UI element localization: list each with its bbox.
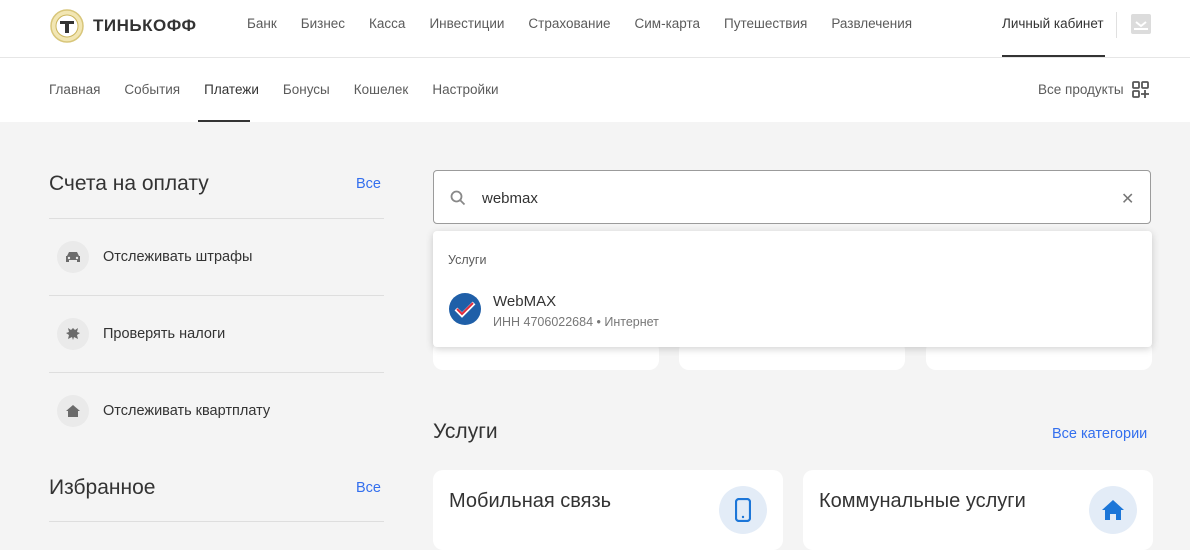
grid-plus-icon[interactable] <box>1131 80 1151 100</box>
top-nav-item-insurance[interactable]: Страхование <box>528 16 610 31</box>
top-nav-item-entertainment[interactable]: Развлечения <box>831 16 912 31</box>
service-card-title: Коммунальные услуги <box>819 490 1026 512</box>
car-icon <box>57 241 89 273</box>
active-tab-underline <box>198 120 250 122</box>
service-card-utilities[interactable]: Коммунальные услуги <box>803 470 1153 550</box>
user-menu-icon[interactable] <box>1131 14 1151 34</box>
tab-wallet[interactable]: Кошелек <box>354 82 409 97</box>
search-dropdown: Услуги WebMAX ИНН 4706022684 • Интернет <box>433 231 1152 347</box>
top-nav-item-bank[interactable]: Банк <box>247 16 277 31</box>
list-item-label: Отслеживать штрафы <box>103 249 253 265</box>
search-box[interactable]: ✕ <box>433 170 1151 224</box>
service-card-title: Мобильная связь <box>449 490 612 512</box>
emblem-icon <box>57 318 89 350</box>
top-nav-item-sim[interactable]: Сим-карта <box>635 16 701 31</box>
tab-settings[interactable]: Настройки <box>432 82 498 97</box>
tab-bonuses[interactable]: Бонусы <box>283 82 330 97</box>
top-nav-item-travel[interactable]: Путешествия <box>724 16 807 31</box>
all-categories-link[interactable]: Все категории <box>1052 426 1147 442</box>
home-icon <box>1089 486 1137 534</box>
logo[interactable]: ТИНЬКОФФ <box>49 8 197 44</box>
divider <box>1116 12 1117 38</box>
dropdown-section-title: Услуги <box>448 253 487 267</box>
webmax-logo-icon[interactable] <box>449 293 481 325</box>
top-nav-item-investments[interactable]: Инвестиции <box>429 16 504 31</box>
search-result-name[interactable]: WebMAX <box>493 293 556 310</box>
tab-main[interactable]: Главная <box>49 82 100 97</box>
search-icon <box>450 190 466 206</box>
sub-nav: Главная События Платежи Бонусы Кошелек Н… <box>49 82 523 97</box>
all-products-link[interactable]: Все продукты <box>1038 82 1124 97</box>
invoices-all-link[interactable]: Все <box>356 176 381 192</box>
top-nav: ТИНЬКОФФ Банк Бизнес Касса Инвестиции Ст… <box>0 0 1190 58</box>
service-card-mobile[interactable]: Мобильная связь <box>433 470 783 550</box>
account-underline <box>1002 55 1105 57</box>
top-nav-item-kassa[interactable]: Касса <box>369 16 405 31</box>
header: ТИНЬКОФФ Банк Бизнес Касса Инвестиции Ст… <box>0 0 1190 122</box>
list-item-label: Проверять налоги <box>103 326 226 342</box>
invoices-title: Счета на оплату <box>49 172 209 195</box>
favorites-all-link[interactable]: Все <box>356 480 381 496</box>
list-item-taxes[interactable]: Проверять налоги <box>49 295 384 372</box>
phone-icon <box>719 486 767 534</box>
home-icon <box>57 395 89 427</box>
top-nav-item-business[interactable]: Бизнес <box>301 16 345 31</box>
list-item-label: Отслеживать квартплату <box>103 403 271 419</box>
close-icon[interactable]: ✕ <box>1121 189 1134 209</box>
search-input[interactable] <box>480 185 1084 211</box>
favorites-title: Избранное <box>49 476 156 499</box>
list-item-fines[interactable]: Отслеживать штрафы <box>49 218 384 295</box>
tab-events[interactable]: События <box>124 82 180 97</box>
tinkoff-emblem-icon <box>50 9 84 43</box>
logo-text: ТИНЬКОФФ <box>93 16 197 35</box>
list-item-rent[interactable]: Отслеживать квартплату <box>49 372 384 449</box>
divider <box>49 521 384 522</box>
tab-payments[interactable]: Платежи <box>204 82 259 97</box>
account-link[interactable]: Личный кабинет <box>1002 16 1104 31</box>
services-title: Услуги <box>433 420 498 443</box>
search-result-details: ИНН 4706022684 • Интернет <box>493 315 659 329</box>
